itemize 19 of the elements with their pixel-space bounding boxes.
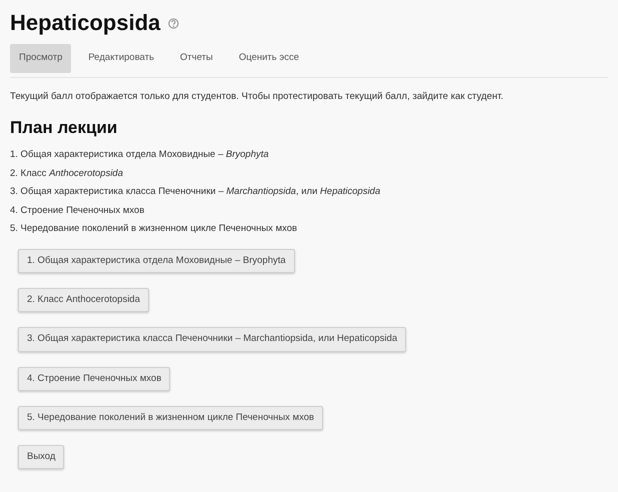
nav-button[interactable]: 3. Общая характеристика класса Печеночники – Marchantiopsida, или Hepaticopsida: [18, 327, 406, 352]
tab[interactable]: Оценить эссе: [230, 44, 308, 73]
nav-button[interactable]: 2. Класс Anthocerotopsida: [18, 288, 150, 312]
nav-button[interactable]: Выход: [18, 445, 64, 470]
plan-item: 5. Чередование поколений в жизненном цикле Печеночных мхов: [10, 222, 298, 236]
tab[interactable]: Просмотр: [10, 44, 72, 73]
plan-item: 2. Класс Anthocerotopsida: [10, 166, 124, 181]
tab[interactable]: Редактировать: [79, 44, 164, 73]
plan-item: 3. Общая характеристика класса Печеночники – Marchantiopsida, или Hepaticopsida: [10, 185, 382, 200]
plan-item: 1. Общая характеристика отдела Моховидные – Bryophyta: [10, 148, 270, 162]
page-title: Hepaticopsida: [10, 10, 160, 36]
nav-button[interactable]: 4. Строение Печеночных мхов: [18, 366, 170, 391]
plan-item: 4. Строение Печеночных мхов: [10, 204, 146, 218]
help-icon[interactable]: [168, 18, 180, 29]
tab[interactable]: Отчеты: [171, 44, 222, 73]
section-heading: План лекции: [10, 118, 118, 138]
notice-text: Текущий балл отображается только для студентов. Чтобы протестировать текущий балл, зайдите как студент.: [10, 90, 504, 104]
nav-button[interactable]: 1. Общая характеристика отдела Моховидные – Bryophyta: [18, 248, 295, 274]
nav-button[interactable]: 5. Чередование поколений в жизненном цикле Печеночных мхов: [18, 406, 324, 430]
